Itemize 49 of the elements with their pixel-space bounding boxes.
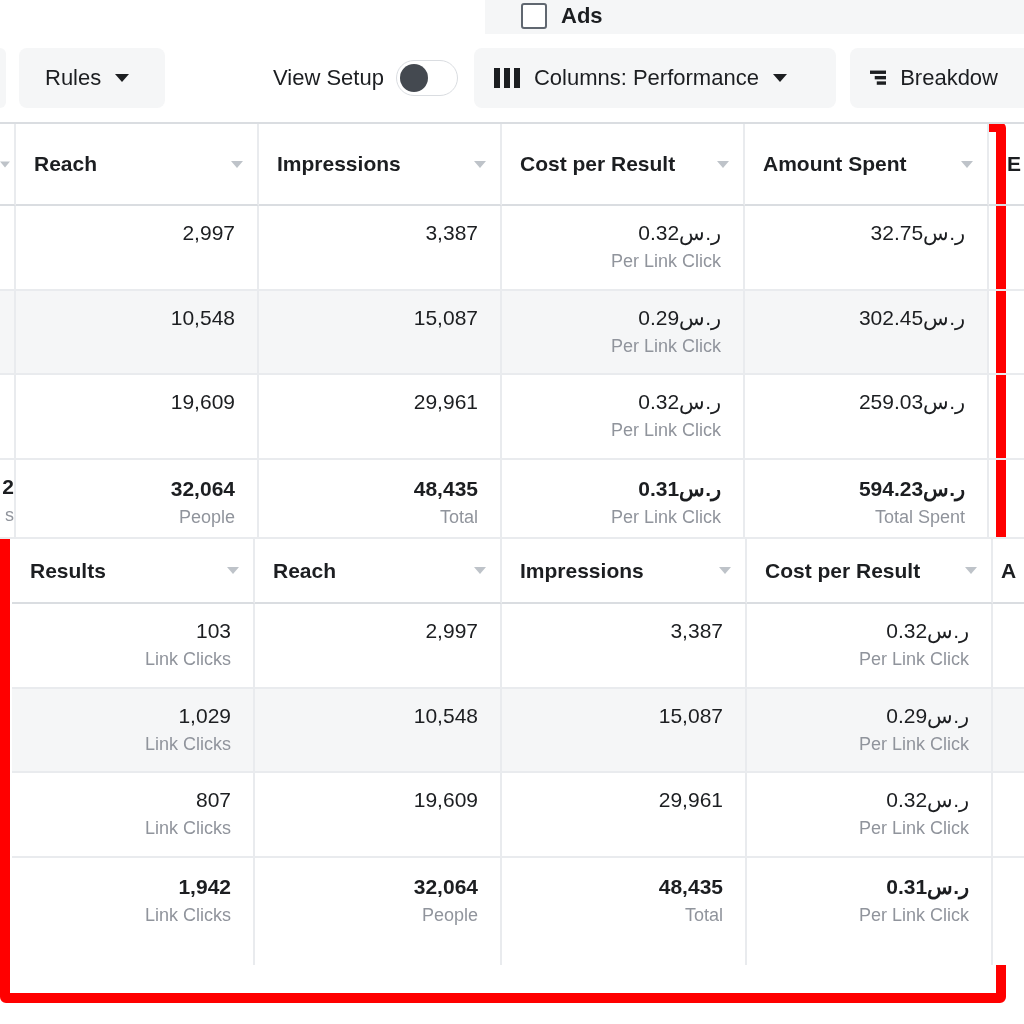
column-header[interactable]: Amount Spent xyxy=(745,124,989,206)
sort-caret-icon xyxy=(0,160,10,168)
table-cell: 2,997 xyxy=(255,604,502,689)
total-cell: 2 s xyxy=(0,460,16,539)
checkbox[interactable] xyxy=(521,3,547,29)
table-cell: 3,387 xyxy=(502,604,747,689)
breakdown-button[interactable]: Breakdow xyxy=(849,48,1024,108)
table-cell: 29,961 xyxy=(502,773,747,858)
sort-caret-icon xyxy=(965,567,977,574)
table-cell: 103 Link Clicks xyxy=(12,604,255,689)
table-cell: 19,609 xyxy=(255,773,502,858)
table-cell: 302.45ر.س xyxy=(745,291,989,375)
rules-button[interactable]: Rules xyxy=(19,48,165,108)
table-cell: 15,087 xyxy=(259,291,502,375)
table-cell: 3,387 xyxy=(259,206,502,291)
total-cell: 48,435 Total xyxy=(259,460,502,539)
columns-button[interactable]: Columns: Performance xyxy=(473,48,836,108)
columns-icon xyxy=(493,68,520,88)
table-cell: 10,548 xyxy=(255,689,502,773)
table-cell: 2,997 xyxy=(16,206,259,291)
column-header[interactable]: Cost per Result xyxy=(747,539,993,604)
checkbox-label: Ads xyxy=(561,3,603,29)
sort-caret-icon xyxy=(227,567,239,574)
table-cell: 10,548 xyxy=(16,291,259,375)
caret-icon xyxy=(115,74,130,82)
sort-caret-icon xyxy=(474,160,486,168)
column-header[interactable]: E xyxy=(989,124,1024,206)
column-header[interactable]: Reach xyxy=(255,539,502,604)
total-cell: 32,064 People xyxy=(16,460,259,539)
column-header[interactable]: Impressions xyxy=(502,539,747,604)
table-cell: 15,087 xyxy=(502,689,747,773)
caret-icon xyxy=(772,74,787,82)
table-cell: 1,029 Link Clicks xyxy=(12,689,255,773)
view-setup-label: View Setup xyxy=(273,65,384,91)
table-cell: 259.03ر.س xyxy=(745,375,989,460)
column-header[interactable]: Impressions xyxy=(259,124,502,206)
sort-caret-icon xyxy=(474,567,486,574)
view-setup-toggle[interactable] xyxy=(395,60,458,96)
table-cell: 19,609 xyxy=(16,375,259,460)
table-cell: 807 Link Clicks xyxy=(12,773,255,858)
sort-caret-icon xyxy=(717,160,729,168)
table-cell: 29,961 xyxy=(259,375,502,460)
column-header[interactable]: Results xyxy=(12,539,255,604)
column-header[interactable]: Reach xyxy=(16,124,259,206)
sort-caret-icon xyxy=(961,160,973,168)
table-cell: 32.75ر.س xyxy=(745,206,989,291)
column-header[interactable]: Cost per Result xyxy=(502,124,745,206)
sort-caret-icon xyxy=(231,160,243,168)
sort-caret-icon xyxy=(719,567,731,574)
